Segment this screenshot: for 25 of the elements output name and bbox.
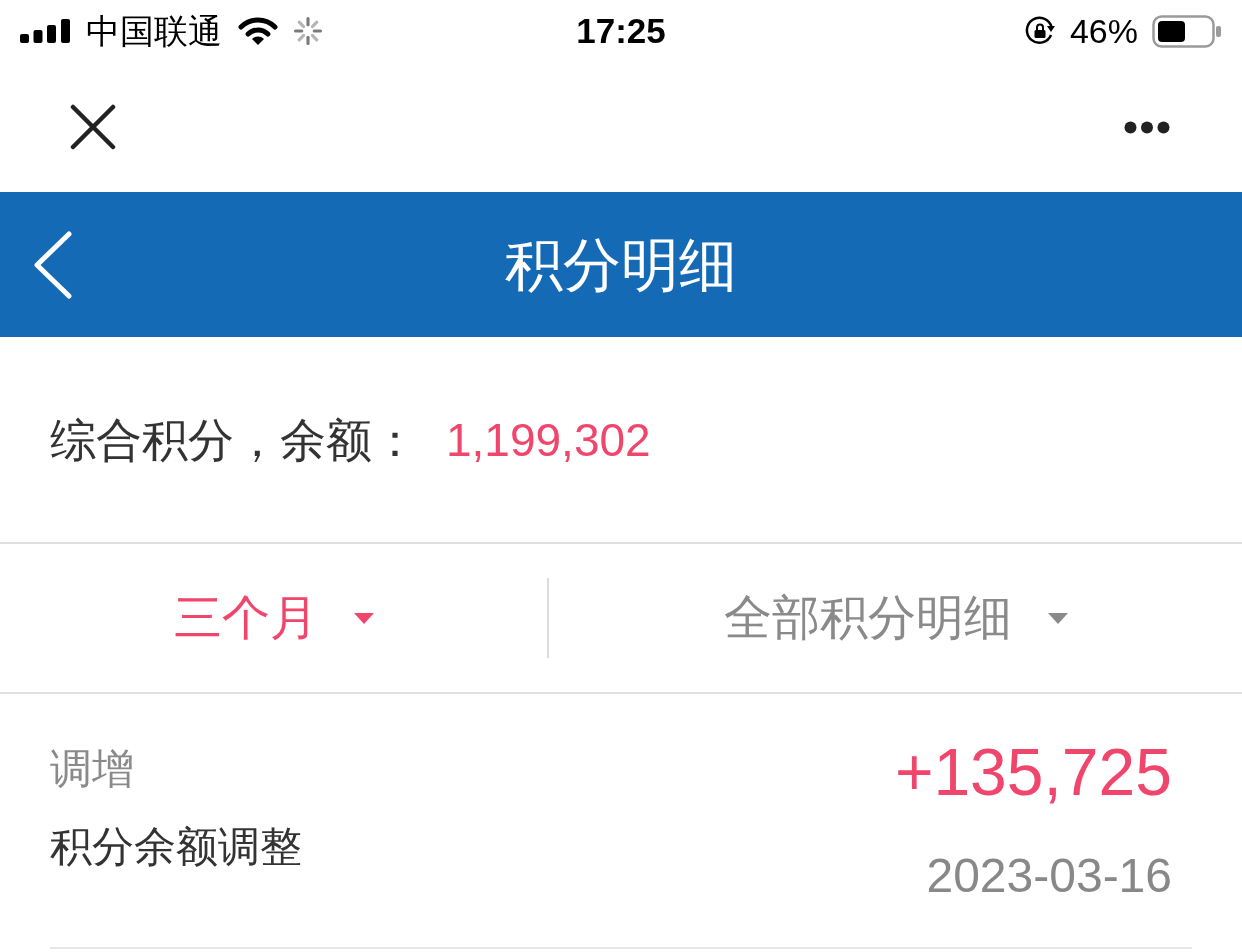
more-button[interactable]: [1124, 120, 1170, 134]
close-button[interactable]: [70, 104, 116, 150]
record-amount: +135,725: [894, 736, 1172, 809]
back-button[interactable]: [33, 230, 73, 299]
signal-icon: [20, 19, 70, 43]
battery-percentage: 46%: [1069, 11, 1138, 51]
record-description: 积分余额调整: [50, 822, 302, 872]
record-type: 调增: [50, 744, 135, 794]
rotation-lock-icon: [1023, 15, 1056, 47]
page-title: 积分明细: [505, 230, 737, 299]
spinner-icon: [294, 17, 322, 45]
more-icon: [1124, 120, 1170, 134]
status-time: 17:25: [576, 11, 666, 51]
chevron-left-icon: [33, 230, 73, 299]
balance-label: 综合积分，余额：: [50, 412, 418, 468]
filter-dropdown[interactable]: 全部积分明细: [723, 589, 1068, 647]
close-icon: [70, 104, 116, 150]
filter-dropdown[interactable]: 三个月: [173, 589, 374, 647]
wifi-icon: [238, 16, 278, 46]
record-date: 2023-03-16: [926, 848, 1172, 904]
balance-value: 1,199,302: [446, 412, 651, 468]
caret-icon: [1047, 612, 1068, 624]
caret-icon: [353, 612, 374, 624]
carrier-name: 中国联通: [86, 11, 222, 51]
battery-icon: [1152, 14, 1222, 48]
